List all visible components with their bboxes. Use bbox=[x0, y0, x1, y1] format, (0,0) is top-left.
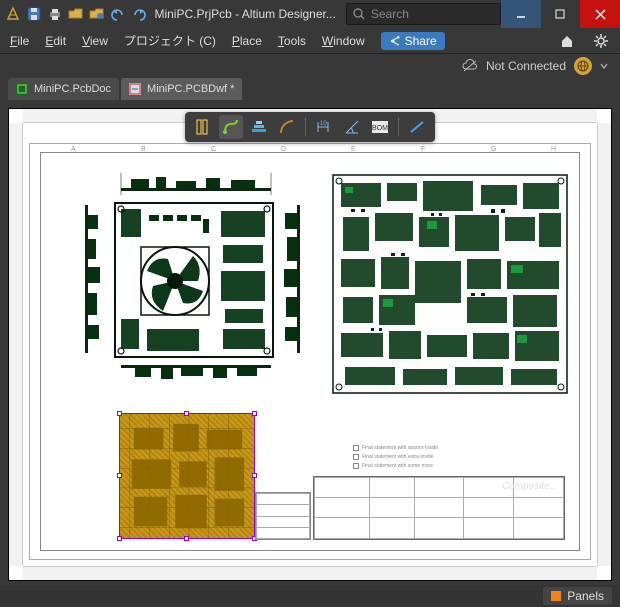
minimize-button[interactable] bbox=[501, 0, 541, 28]
note-checkbox[interactable] bbox=[353, 463, 359, 469]
drawing-notes: Final statement with spaces inside Final… bbox=[353, 445, 463, 472]
altium-logo-icon bbox=[4, 4, 23, 24]
search-placeholder: Search bbox=[371, 7, 409, 21]
open-project-icon[interactable] bbox=[88, 4, 107, 24]
pcbdoc-icon bbox=[16, 83, 28, 95]
ruler-right bbox=[597, 123, 611, 566]
menu-edit[interactable]: Edit bbox=[45, 34, 66, 48]
search-icon bbox=[353, 8, 365, 20]
drawing-frame: A B C D E F G H bbox=[40, 152, 580, 551]
tool-dimension-linear[interactable]: 10 bbox=[312, 115, 336, 139]
active-bar: 10 BOM bbox=[185, 112, 435, 142]
share-label: Share bbox=[405, 34, 437, 48]
gear-icon[interactable] bbox=[592, 32, 610, 50]
home-icon[interactable] bbox=[558, 32, 576, 50]
search-input[interactable]: Search bbox=[346, 3, 501, 25]
menu-tools[interactable]: Tools bbox=[278, 34, 306, 48]
panels-swatch-icon bbox=[551, 591, 561, 601]
tool-line[interactable] bbox=[405, 115, 429, 139]
connection-status: Not Connected bbox=[486, 59, 566, 73]
resize-handle-ne[interactable] bbox=[252, 411, 257, 416]
menu-window[interactable]: Window bbox=[322, 34, 365, 48]
drawing-canvas[interactable]: 10 BOM A B C D E F G H bbox=[8, 108, 612, 581]
note-checkbox[interactable] bbox=[353, 454, 359, 460]
ruler-left bbox=[9, 123, 23, 566]
resize-handle-nw[interactable] bbox=[117, 411, 122, 416]
menu-project[interactable]: プロジェクト (C) bbox=[124, 32, 216, 49]
tool-layer-stack[interactable] bbox=[247, 115, 271, 139]
open-folder-icon[interactable] bbox=[67, 4, 86, 24]
save-icon[interactable] bbox=[25, 4, 44, 24]
pcb-view-bottom-edge bbox=[121, 361, 271, 383]
tab-minipc-pcbdoc[interactable]: MiniPC.PcbDoc bbox=[8, 78, 119, 100]
redo-icon[interactable] bbox=[130, 4, 149, 24]
account-dropdown-icon[interactable] bbox=[600, 62, 608, 70]
tab-label: MiniPC.PcbDoc bbox=[34, 83, 111, 95]
resize-handle-sw[interactable] bbox=[117, 536, 122, 541]
pcb-view-left-edge bbox=[77, 205, 105, 353]
print-icon[interactable] bbox=[46, 4, 65, 24]
tool-arc[interactable] bbox=[275, 115, 299, 139]
resize-handle-w[interactable] bbox=[117, 473, 122, 478]
undo-icon[interactable] bbox=[109, 4, 128, 24]
ruler-bottom bbox=[23, 566, 597, 580]
window-title: MiniPC.PrjPcb - Altium Designer... bbox=[154, 7, 335, 21]
pcbdwf-icon bbox=[129, 83, 141, 95]
menu-view[interactable]: View bbox=[82, 34, 108, 48]
resize-handle-e[interactable] bbox=[252, 473, 257, 478]
account-globe-icon[interactable] bbox=[574, 57, 592, 75]
pcb-view-top-edge bbox=[121, 173, 271, 195]
panels-button[interactable]: Panels bbox=[543, 587, 612, 605]
tab-minipc-pcbdwf[interactable]: MiniPC.PCBDwf * bbox=[121, 78, 242, 100]
menu-file[interactable]: File bbox=[10, 34, 29, 48]
panels-label: Panels bbox=[567, 589, 604, 603]
pcb-view-assembly bbox=[331, 173, 569, 395]
close-button[interactable] bbox=[580, 0, 620, 28]
menu-place[interactable]: Place bbox=[232, 34, 262, 48]
pcb-view-top bbox=[113, 201, 275, 359]
pcb-view-layer-selected[interactable] bbox=[119, 413, 255, 539]
note-checkbox[interactable] bbox=[353, 445, 359, 451]
tool-route[interactable] bbox=[219, 115, 243, 139]
resize-handle-n[interactable] bbox=[184, 411, 189, 416]
pcb-view-right-edge bbox=[281, 205, 309, 353]
resize-handle-s[interactable] bbox=[184, 536, 189, 541]
svg-text:10: 10 bbox=[320, 121, 327, 127]
title-block: Composite... bbox=[313, 476, 565, 540]
revision-table bbox=[255, 492, 311, 540]
maximize-button[interactable] bbox=[541, 0, 581, 28]
tool-board-outline[interactable] bbox=[191, 115, 215, 139]
share-button[interactable]: Share bbox=[381, 32, 445, 50]
svg-text:BOM: BOM bbox=[372, 125, 388, 132]
tool-dimension-angle[interactable] bbox=[340, 115, 364, 139]
title-block-watermark: Composite... bbox=[502, 481, 558, 492]
cloud-off-icon bbox=[462, 59, 478, 73]
drawing-sheet: A B C D E F G H bbox=[29, 143, 591, 560]
tab-label: MiniPC.PCBDwf * bbox=[147, 83, 234, 95]
tool-bom[interactable]: BOM bbox=[368, 115, 392, 139]
